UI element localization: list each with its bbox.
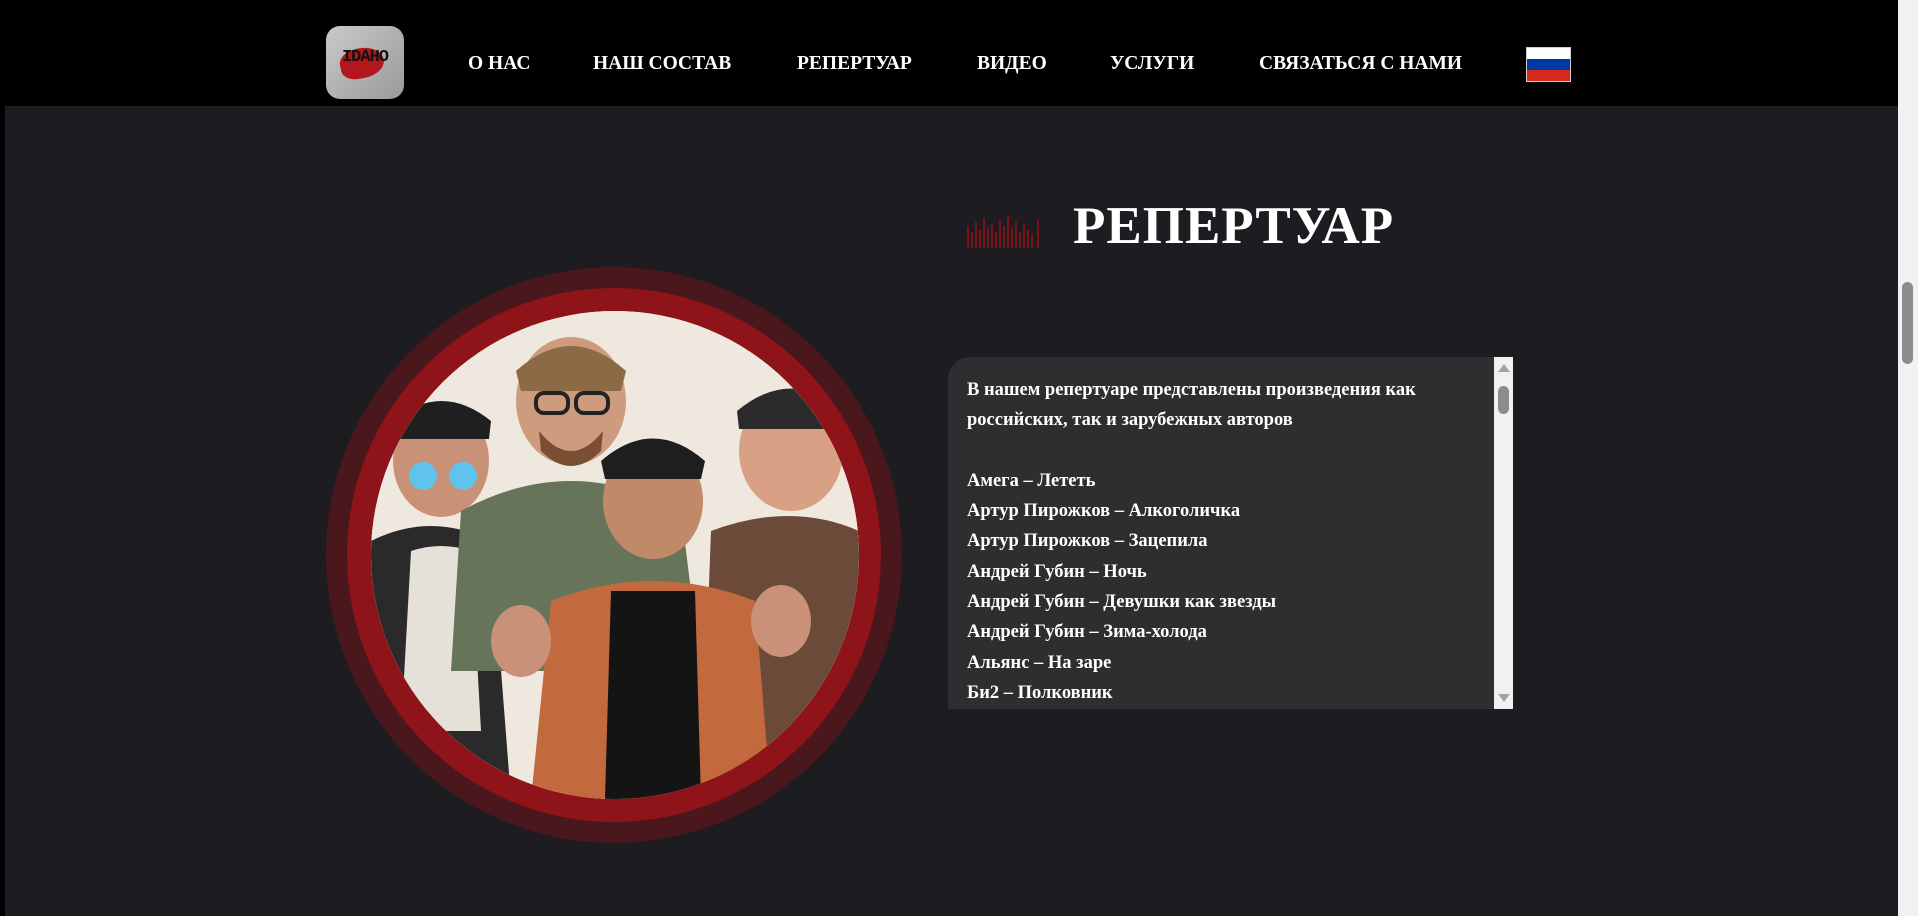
repertoire-text: В нашем репертуаре представлены произвед… xyxy=(967,375,1477,708)
song-item: Би2 – Полковник xyxy=(967,682,1113,703)
scroll-down-arrow-icon[interactable] xyxy=(1498,694,1510,702)
nav-item-services[interactable]: УСЛУГИ xyxy=(1110,52,1194,76)
nav-item-contact[interactable]: СВЯЗАТЬСЯ С НАМИ xyxy=(1259,52,1462,76)
flag-stripe-red xyxy=(1527,69,1570,81)
song-item: Артур Пирожков – Зацепила xyxy=(967,531,1208,552)
top-navbar: IDAHO xyxy=(5,0,1898,106)
repertoire-list-box[interactable]: В нашем репертуаре представлены произвед… xyxy=(948,357,1513,709)
nav-item-video[interactable]: ВИДЕО xyxy=(977,52,1047,76)
nav-item-lineup[interactable]: НАШ СОСТАВ xyxy=(593,52,731,76)
song-item: Амега – Лететь xyxy=(967,470,1096,491)
page-scrollbar[interactable] xyxy=(1898,0,1918,916)
page-scrollbar-thumb[interactable] xyxy=(1902,282,1913,364)
band-photo-illustration xyxy=(371,311,859,799)
band-photo xyxy=(371,311,859,799)
russian-flag-icon[interactable] xyxy=(1526,47,1571,82)
flag-stripe-white xyxy=(1527,48,1570,59)
song-item: Андрей Губин – Зима-холода xyxy=(967,622,1207,643)
band-logo[interactable]: IDAHO xyxy=(326,26,404,99)
scroll-up-arrow-icon[interactable] xyxy=(1498,364,1510,372)
repertoire-scrollbar[interactable] xyxy=(1494,357,1513,709)
logo-text: IDAHO xyxy=(341,48,389,67)
song-item: Андрей Губин – Девушки как звезды xyxy=(967,592,1277,613)
nav-item-about[interactable]: О НАС xyxy=(468,52,530,76)
equalizer-icon xyxy=(967,216,1039,248)
section-title: РЕПЕРТУАР xyxy=(1073,197,1395,255)
song-item: Андрей Губин – Ночь xyxy=(967,561,1147,582)
repertoire-intro: В нашем репертуаре представлены произвед… xyxy=(967,380,1416,431)
song-item: Артур Пирожков – Алкоголичка xyxy=(967,501,1241,522)
page-edge xyxy=(0,0,5,916)
repertoire-scrollbar-thumb[interactable] xyxy=(1498,386,1509,414)
song-item: Альянс – На заре xyxy=(967,652,1112,673)
flag-stripe-blue xyxy=(1527,58,1570,70)
nav-item-repertoire[interactable]: РЕПЕРТУАР xyxy=(797,52,912,76)
